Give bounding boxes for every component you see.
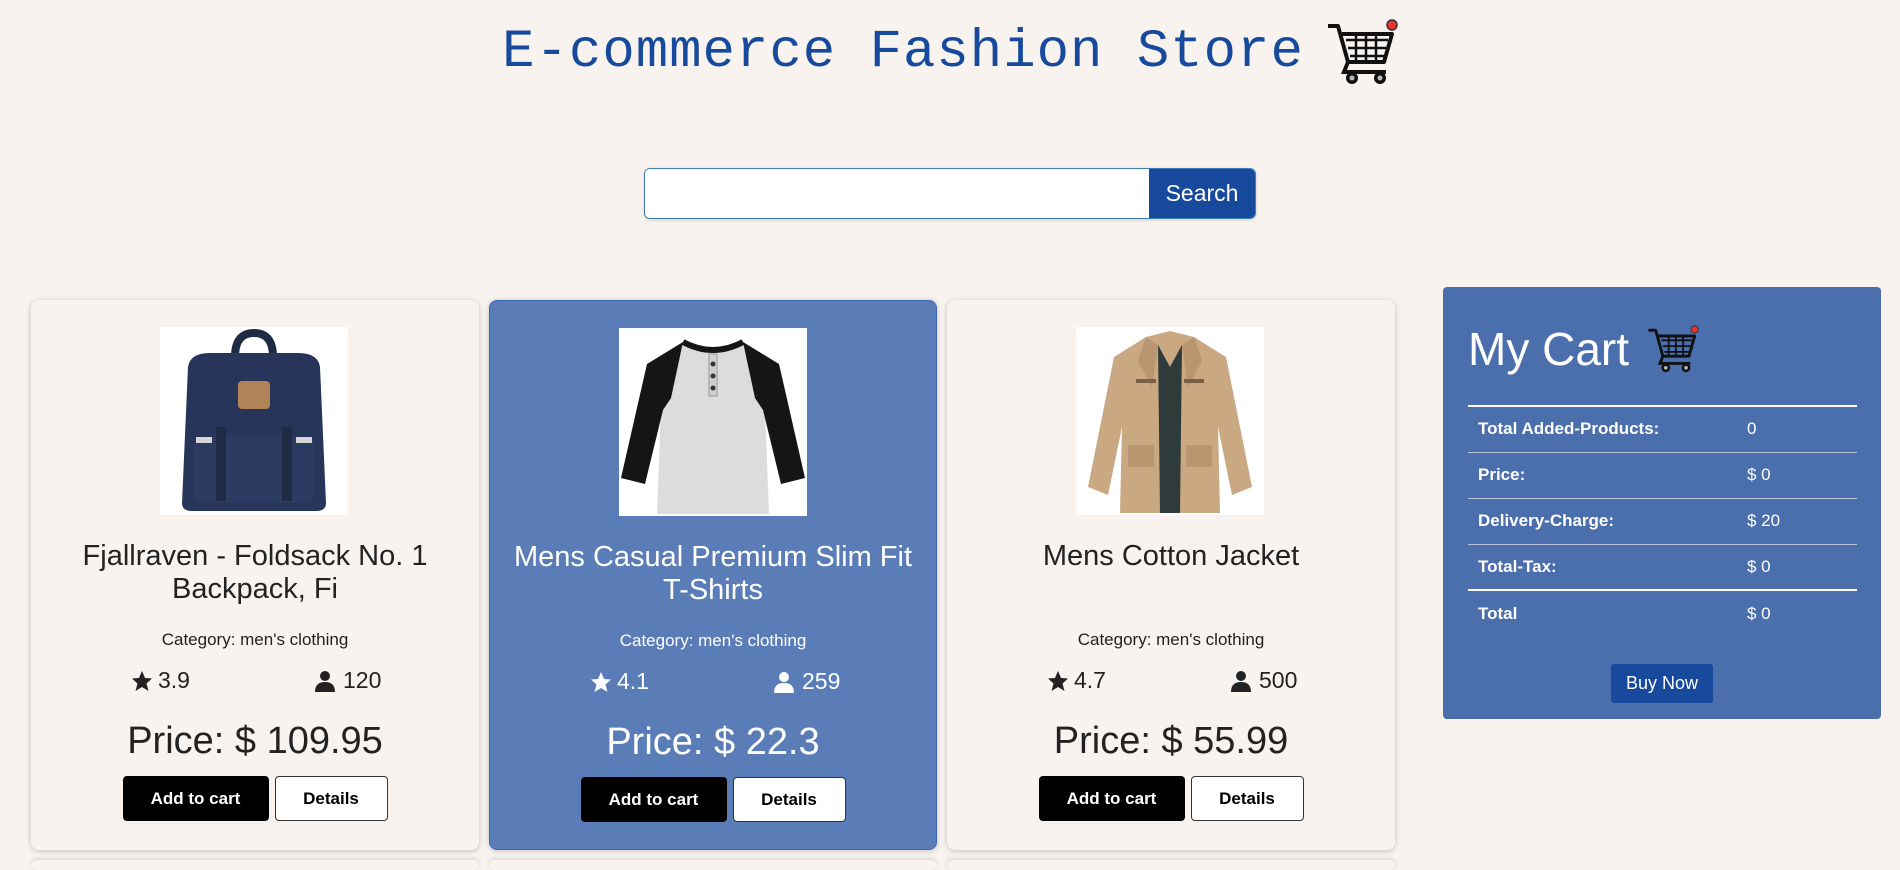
product-category: Category: men's clothing <box>161 630 349 649</box>
rating-count: 500 <box>1229 667 1297 694</box>
star-icon <box>591 671 611 692</box>
buy-now-button[interactable]: Buy Now <box>1611 664 1713 703</box>
user-icon <box>315 670 335 692</box>
product-card: Mens Casual Premium Slim Fit T-Shirts Ca… <box>489 300 937 850</box>
product-title: Mens Cotton Jacket <box>1042 540 1300 572</box>
cart-total-row: Total $ 0 <box>1468 590 1857 636</box>
product-price: Price: $ 109.95 <box>127 720 383 762</box>
add-to-cart-button[interactable]: Add to cart <box>580 777 727 822</box>
details-button[interactable]: Details <box>732 777 846 822</box>
details-button[interactable]: Details <box>1190 776 1304 821</box>
card-actions: Add to cart Details <box>31 776 479 821</box>
card-actions: Add to cart Details <box>947 776 1395 821</box>
product-card <box>31 860 479 870</box>
product-image <box>1076 327 1264 515</box>
product-card <box>947 860 1395 870</box>
rating-value: 3.9 <box>158 667 190 693</box>
rating-value: 4.1 <box>617 668 649 694</box>
search-button[interactable]: Search <box>1149 169 1255 218</box>
search-input[interactable] <box>645 169 1149 218</box>
cart-row: Delivery-Charge: $ 20 <box>1468 498 1857 544</box>
cart-panel: My Cart Total Added-Products: 0 Price: $… <box>1443 287 1881 719</box>
user-icon <box>1231 670 1251 692</box>
product-image <box>160 327 348 515</box>
cart-summary-table: Total Added-Products: 0 Price: $ 0 Deliv… <box>1468 405 1857 636</box>
cart-row-label: Total <box>1478 603 1518 623</box>
product-price: Price: $ 22.3 <box>606 721 820 763</box>
rating-count: 259 <box>772 668 840 695</box>
product-title: Mens Casual Premium Slim Fit T-Shirts <box>513 541 913 606</box>
cart-row: Price: $ 0 <box>1468 452 1857 498</box>
cart-row-value: 0 <box>1747 419 1757 439</box>
product-card: Fjallraven - Foldsack No. 1 Backpack, Fi… <box>31 300 479 850</box>
rating-count: 120 <box>313 667 381 694</box>
cart-row-label: Total Added-Products: <box>1478 419 1660 439</box>
rating-count-value: 259 <box>802 668 841 694</box>
cart-row-value: $ 0 <box>1747 465 1771 484</box>
card-actions: Add to cart Details <box>490 777 936 822</box>
rating: 4.7 <box>1046 667 1106 694</box>
product-card <box>489 860 937 870</box>
product-stats: 4.1 259 <box>490 668 936 698</box>
user-icon <box>774 671 794 693</box>
product-stats: 4.7 500 <box>947 667 1395 697</box>
product-title: Fjallraven - Foldsack No. 1 Backpack, Fi <box>82 540 428 605</box>
site-header: E-commerce Fashion Store <box>0 18 1900 86</box>
cart-row-label: Delivery-Charge: <box>1478 511 1615 530</box>
cart-row-value: $ 20 <box>1747 511 1781 530</box>
rating-count-value: 500 <box>1259 667 1298 693</box>
rating-count-value: 120 <box>343 667 382 693</box>
cart-row-value: $ 0 <box>1747 603 1771 623</box>
add-to-cart-button[interactable]: Add to cart <box>1038 776 1185 821</box>
cart-row-value: $ 0 <box>1747 556 1771 576</box>
site-title: E-commerce Fashion Store <box>502 21 1304 83</box>
cart-row: Total-Tax: $ 0 <box>1468 544 1857 590</box>
product-price: Price: $ 55.99 <box>1053 720 1289 762</box>
product-stats: 3.9 120 <box>31 667 479 697</box>
rating-value: 4.7 <box>1074 667 1106 693</box>
star-icon <box>132 670 152 691</box>
product-card: Mens Cotton Jacket Category: men's cloth… <box>947 300 1395 850</box>
cart-row-label: Price: <box>1478 465 1526 484</box>
star-icon <box>1048 670 1068 691</box>
details-button[interactable]: Details <box>274 776 388 821</box>
shopping-cart-icon <box>1647 324 1699 374</box>
cart-header: My Cart <box>1468 322 1699 376</box>
search-bar: Search <box>644 168 1256 219</box>
cart-row-label: Total-Tax: <box>1478 556 1557 576</box>
rating: 4.1 <box>589 668 649 695</box>
cart-row: Total Added-Products: 0 <box>1468 406 1857 452</box>
add-to-cart-button[interactable]: Add to cart <box>122 776 269 821</box>
shopping-cart-icon <box>1326 18 1398 86</box>
product-category: Category: men's clothing <box>619 631 807 650</box>
cart-title: My Cart <box>1468 323 1629 375</box>
rating: 3.9 <box>130 667 190 694</box>
product-category: Category: men's clothing <box>1077 630 1265 649</box>
product-image <box>619 328 807 516</box>
